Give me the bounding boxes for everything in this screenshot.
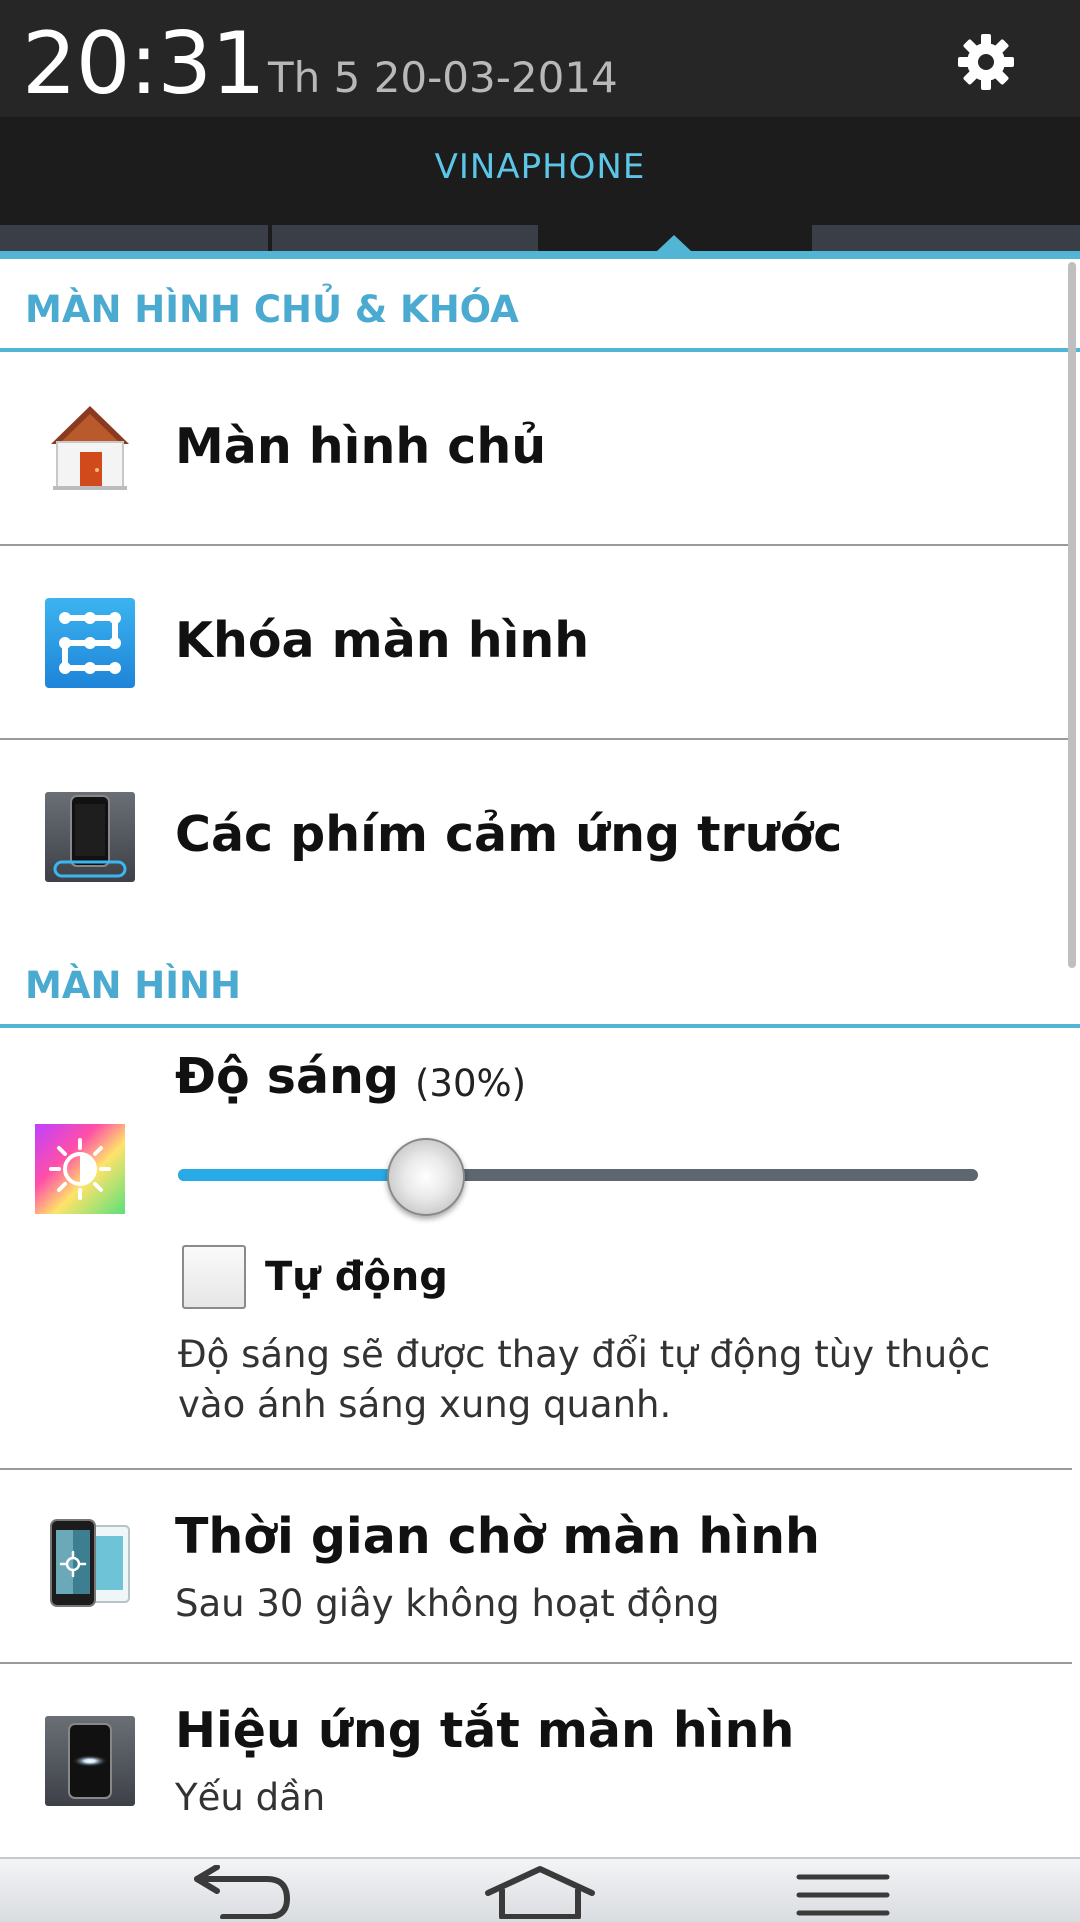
slider-thumb[interactable] [387, 1138, 465, 1216]
carrier-name: VINAPHONE [434, 147, 646, 187]
section-header-display: MÀN HÌNH [0, 944, 1080, 1028]
item-title: Màn hình chủ [175, 418, 547, 475]
screen-timeout-icon [50, 1519, 130, 1607]
brightness-description: Độ sáng sẽ được thay đổi tự động tùy thu… [178, 1333, 991, 1426]
screen-off-effect-icon [45, 1716, 135, 1806]
auto-brightness-label: Tự động [265, 1254, 448, 1300]
home-nav-icon[interactable] [484, 1865, 596, 1919]
tab-underline [0, 251, 1080, 259]
back-icon[interactable] [183, 1865, 293, 1919]
tab-1[interactable] [0, 225, 268, 251]
item-title: Khóa màn hình [175, 612, 590, 669]
menu-icon[interactable] [795, 1865, 891, 1919]
section-title: MÀN HÌNH [25, 964, 241, 1007]
status-bar: 20:31 Th 5 20-03-2014 [0, 0, 1080, 117]
brightness-title: Độ sáng [175, 1048, 399, 1105]
gear-icon[interactable] [954, 30, 1018, 94]
item-subtitle: Yếu dần [175, 1776, 326, 1819]
section-title: MÀN HÌNH CHỦ & KHÓA [25, 288, 519, 331]
scrollbar[interactable] [1068, 262, 1076, 968]
settings-tabs [0, 225, 1080, 251]
item-title: Thời gian chờ màn hình [175, 1508, 820, 1565]
brightness-slider[interactable] [178, 1138, 978, 1216]
settings-item-front-touch-keys[interactable]: Các phím cảm ứng trước [0, 740, 1072, 932]
tab-4[interactable] [812, 225, 1080, 251]
touch-keys-icon [45, 792, 135, 882]
tab-indicator [657, 235, 691, 251]
settings-item-lock-screen[interactable]: Khóa màn hình [0, 546, 1072, 740]
settings-item-screen-timeout[interactable]: Thời gian chờ màn hình Sau 30 giây không… [0, 1470, 1072, 1664]
brightness-icon [35, 1124, 125, 1214]
navigation-bar [0, 1857, 1080, 1922]
settings-item-home-screen[interactable]: Màn hình chủ [0, 352, 1072, 546]
section-header-home-lock: MÀN HÌNH CHỦ & KHÓA [0, 268, 1080, 352]
auto-brightness-checkbox[interactable] [182, 1245, 246, 1309]
tab-2[interactable] [272, 225, 538, 251]
brightness-percent: (30%) [415, 1062, 527, 1105]
home-icon [51, 406, 129, 490]
item-title: Các phím cảm ứng trước [175, 806, 843, 863]
settings-item-screen-off-effect[interactable]: Hiệu ứng tắt màn hình Yếu dần [0, 1664, 1072, 1856]
lock-pattern-icon [45, 598, 135, 688]
slider-fill [178, 1169, 418, 1181]
clock: 20:31 [22, 14, 266, 114]
item-subtitle: Sau 30 giây không hoạt động [175, 1582, 720, 1625]
date: Th 5 20-03-2014 [268, 53, 618, 102]
carrier-bar: VINAPHONE [0, 117, 1080, 225]
item-title: Hiệu ứng tắt màn hình [175, 1702, 795, 1759]
